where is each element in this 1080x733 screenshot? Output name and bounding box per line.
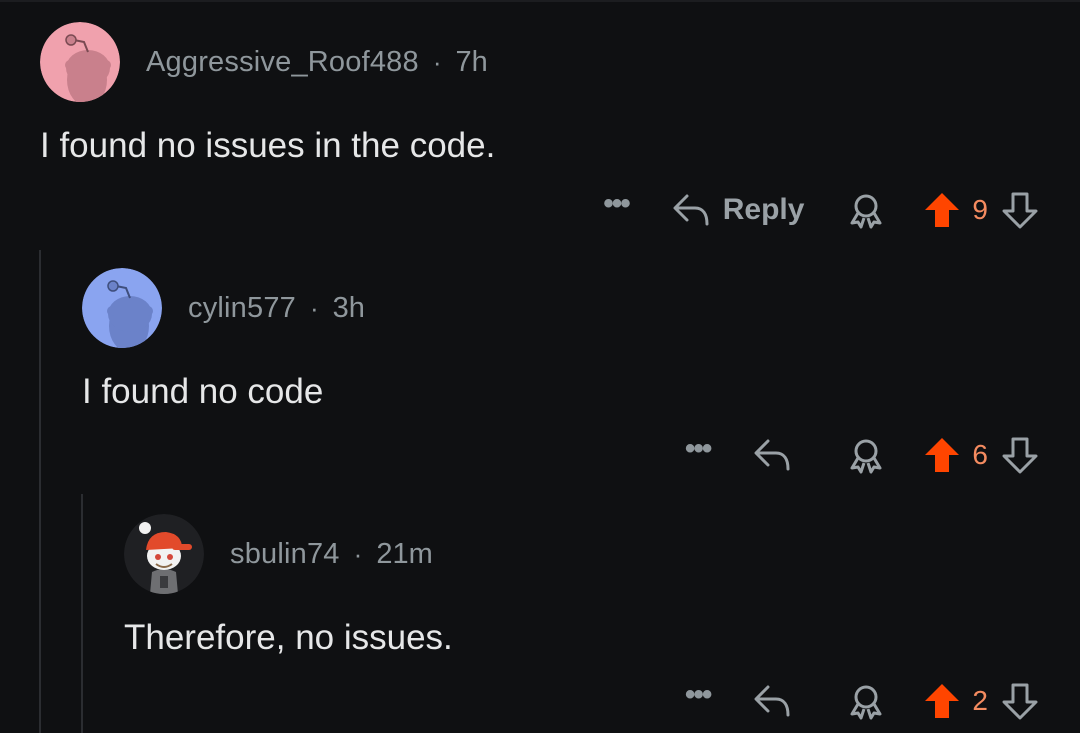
username[interactable]: cylin577: [188, 292, 296, 325]
downvote-icon[interactable]: [1000, 190, 1040, 230]
comment-2-actions: ••• 6: [685, 430, 1040, 480]
award-icon: [850, 194, 882, 229]
award-button[interactable]: [846, 435, 886, 475]
vote-control: 9: [922, 190, 1040, 230]
reply-button[interactable]: [752, 437, 804, 473]
thread-line-level-1[interactable]: [39, 250, 41, 733]
avatar[interactable]: [124, 514, 204, 594]
comment-1-body: I found no issues in the code.: [40, 126, 496, 165]
avatar[interactable]: [40, 22, 120, 102]
avatar[interactable]: [82, 268, 162, 348]
downvote-icon[interactable]: [1000, 681, 1040, 721]
comment-3-body: Therefore, no issues.: [124, 618, 453, 657]
upvote-icon[interactable]: [922, 435, 962, 475]
reply-label: Reply: [722, 193, 805, 226]
upvote-icon[interactable]: [922, 681, 962, 721]
more-options-button[interactable]: •••: [685, 680, 712, 710]
blue-snoo-avatar-icon: [82, 268, 162, 348]
award-icon: [850, 439, 882, 474]
reply-arrow-icon: [673, 194, 709, 226]
upvote-icon[interactable]: [922, 190, 962, 230]
vote-control: 2: [922, 681, 1040, 721]
vote-score: 9: [972, 194, 988, 225]
comment-3-header: sbulin74 · 21m: [124, 514, 433, 594]
custom-snoo-red-cap-avatar-icon: [124, 514, 204, 594]
username[interactable]: sbulin74: [230, 538, 340, 571]
timestamp: 21m: [376, 537, 433, 570]
comment-3-actions: ••• 2: [685, 676, 1040, 726]
reply-arrow-icon: [754, 685, 790, 717]
vote-score: 2: [972, 685, 988, 716]
separator: ·: [432, 46, 442, 77]
reply-button[interactable]: Reply: [671, 192, 805, 228]
username[interactable]: Aggressive_Roof488: [146, 46, 419, 79]
comment-2-body: I found no code: [82, 372, 324, 411]
award-button[interactable]: [846, 190, 886, 230]
timestamp: 7h: [455, 45, 488, 78]
award-button[interactable]: [846, 681, 886, 721]
thread-line-level-2[interactable]: [81, 494, 83, 733]
top-divider: [0, 0, 1080, 2]
timestamp: 3h: [332, 291, 365, 324]
separator: ·: [310, 292, 319, 323]
separator: ·: [353, 538, 363, 569]
more-options-button[interactable]: •••: [603, 189, 630, 219]
downvote-icon[interactable]: [1000, 435, 1040, 475]
reply-arrow-icon: [754, 439, 790, 471]
reply-button[interactable]: [752, 683, 804, 719]
comment-thread: Aggressive_Roof488 · 7h I found no issue…: [0, 0, 1080, 733]
pink-snoo-avatar-icon: [40, 22, 120, 102]
comment-1-actions: ••• Reply 9: [603, 185, 1040, 235]
vote-score: 6: [972, 439, 988, 470]
vote-control: 6: [922, 435, 1040, 475]
award-icon: [850, 685, 882, 720]
comment-2-header: cylin577 · 3h: [82, 268, 365, 348]
comment-1-header: Aggressive_Roof488 · 7h: [40, 22, 488, 102]
more-options-button[interactable]: •••: [685, 434, 712, 464]
